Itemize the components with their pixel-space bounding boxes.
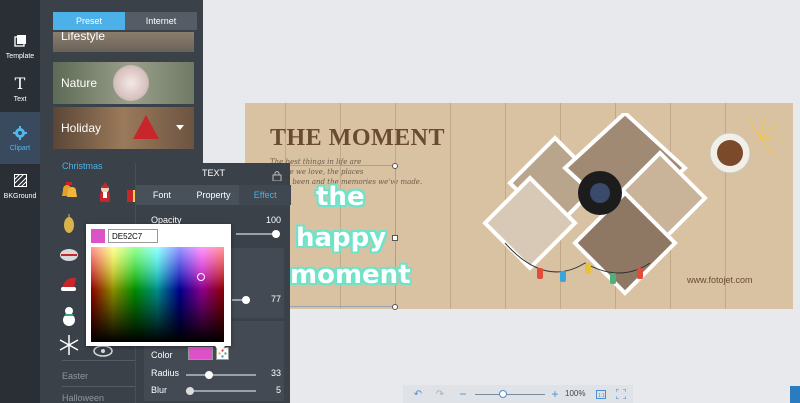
- resize-handle[interactable]: [392, 235, 398, 241]
- tab-property[interactable]: Property: [187, 185, 240, 205]
- template-icon: [12, 33, 28, 49]
- text-icon: T: [14, 74, 26, 93]
- blur-slider-thumb[interactable]: [185, 387, 194, 395]
- overlay-word-happy[interactable]: happy: [296, 223, 386, 253]
- settings-icon[interactable]: [790, 386, 800, 403]
- tab-internet[interactable]: Internet: [125, 12, 197, 30]
- dialog-title: TEXT: [201, 168, 225, 178]
- background-icon: [12, 173, 28, 189]
- zoom-slider-thumb[interactable]: [499, 390, 507, 398]
- zoom-in-icon[interactable]: +: [549, 385, 561, 403]
- overlay-word-the[interactable]: the: [316, 182, 365, 212]
- mid-slider-thumb[interactable]: [241, 296, 250, 304]
- zoom-level-text: 100%: [565, 389, 586, 398]
- snowman-clipart[interactable]: [58, 304, 80, 326]
- color-swatch[interactable]: [188, 347, 213, 360]
- fit-screen-icon[interactable]: [615, 385, 627, 403]
- blur-row: Blur 5: [151, 385, 281, 399]
- section-christmas: Christmas: [62, 161, 103, 171]
- lock-icon[interactable]: [272, 168, 282, 186]
- rail-background-label: BKGround: [3, 192, 37, 200]
- category-holiday-label: Holiday: [61, 121, 102, 135]
- dialog-tabs: Font Property Effect: [136, 185, 292, 205]
- blur-slider[interactable]: [185, 387, 256, 395]
- mid-value: 77: [270, 294, 281, 304]
- rail-clipart-label: Clipart: [9, 144, 31, 152]
- radius-value: 33: [270, 368, 281, 378]
- category-lifestyle-label: Lifestyle: [61, 32, 106, 43]
- overlay-word-moment[interactable]: moment: [290, 260, 411, 290]
- picked-color-swatch: [91, 229, 105, 243]
- ornament-clipart[interactable]: [58, 213, 80, 235]
- picker-cursor[interactable]: [197, 273, 205, 281]
- rail-text-label: Text: [13, 95, 27, 103]
- santa-hat-image: [133, 115, 159, 139]
- svg-text:1:1: 1:1: [598, 393, 605, 399]
- zoom-slider[interactable]: [475, 390, 545, 398]
- zoom-out-icon[interactable]: −: [457, 385, 469, 403]
- category-nature-label: Nature: [61, 76, 98, 90]
- rail-template-label: Template: [5, 52, 35, 60]
- radius-slider[interactable]: [186, 371, 256, 379]
- saturation-value-area[interactable]: [91, 247, 224, 342]
- rose-image: [113, 65, 149, 101]
- blur-label: Blur: [151, 385, 168, 395]
- category-halloween[interactable]: Halloween: [62, 393, 104, 403]
- redo-icon[interactable]: ↷: [433, 385, 447, 403]
- santa-clipart[interactable]: [94, 182, 116, 204]
- undo-icon[interactable]: ↶: [411, 385, 425, 403]
- tree-clipart[interactable]: [58, 244, 80, 266]
- resize-handle[interactable]: [392, 304, 398, 310]
- mid-slider[interactable]: [232, 296, 250, 304]
- opacity-value: 100: [265, 215, 281, 225]
- blur-value: 5: [275, 385, 281, 395]
- category-holiday[interactable]: Holiday: [53, 107, 194, 149]
- picker-pointer: [215, 346, 225, 352]
- bells-clipart[interactable]: [58, 182, 80, 204]
- category-lifestyle[interactable]: Lifestyle: [53, 32, 194, 52]
- tab-effect[interactable]: Effect: [239, 185, 292, 205]
- actual-size-icon[interactable]: 1:1: [595, 385, 607, 403]
- hat-clipart[interactable]: [58, 272, 80, 294]
- color-label: Color: [151, 350, 173, 360]
- rail-text[interactable]: T Text: [0, 63, 40, 115]
- canvas-title[interactable]: THE MOMENT: [270, 125, 445, 152]
- zoom-toolbar: ↶ ↷ − + 100% 1:1: [403, 385, 633, 403]
- tab-font[interactable]: Font: [136, 185, 188, 205]
- canvas-url-text[interactable]: www.fotojet.com: [687, 275, 753, 285]
- clipart-icon: [12, 125, 28, 141]
- hex-input[interactable]: [108, 229, 158, 243]
- white-overlay: [91, 247, 224, 342]
- radius-label: Radius: [151, 368, 180, 378]
- opacity-slider-thumb[interactable]: [272, 230, 280, 238]
- snowflake-clipart[interactable]: [58, 334, 80, 356]
- category-easter[interactable]: Easter: [62, 371, 88, 381]
- rail-background[interactable]: BKGround: [0, 160, 40, 212]
- opacity-slider[interactable]: [236, 230, 280, 238]
- left-rail: Template T Text Clipart BKGround: [0, 0, 40, 403]
- source-tabs: Preset Internet: [53, 12, 197, 30]
- resize-handle[interactable]: [392, 163, 398, 169]
- coffee-cup-image[interactable]: [705, 118, 785, 188]
- chevron-down-icon: [176, 125, 184, 130]
- photo-collage[interactable]: [445, 113, 715, 303]
- rail-clipart[interactable]: Clipart: [0, 112, 40, 164]
- category-nature[interactable]: Nature: [53, 62, 194, 104]
- tab-preset[interactable]: Preset: [53, 12, 125, 30]
- color-picker: [86, 224, 231, 346]
